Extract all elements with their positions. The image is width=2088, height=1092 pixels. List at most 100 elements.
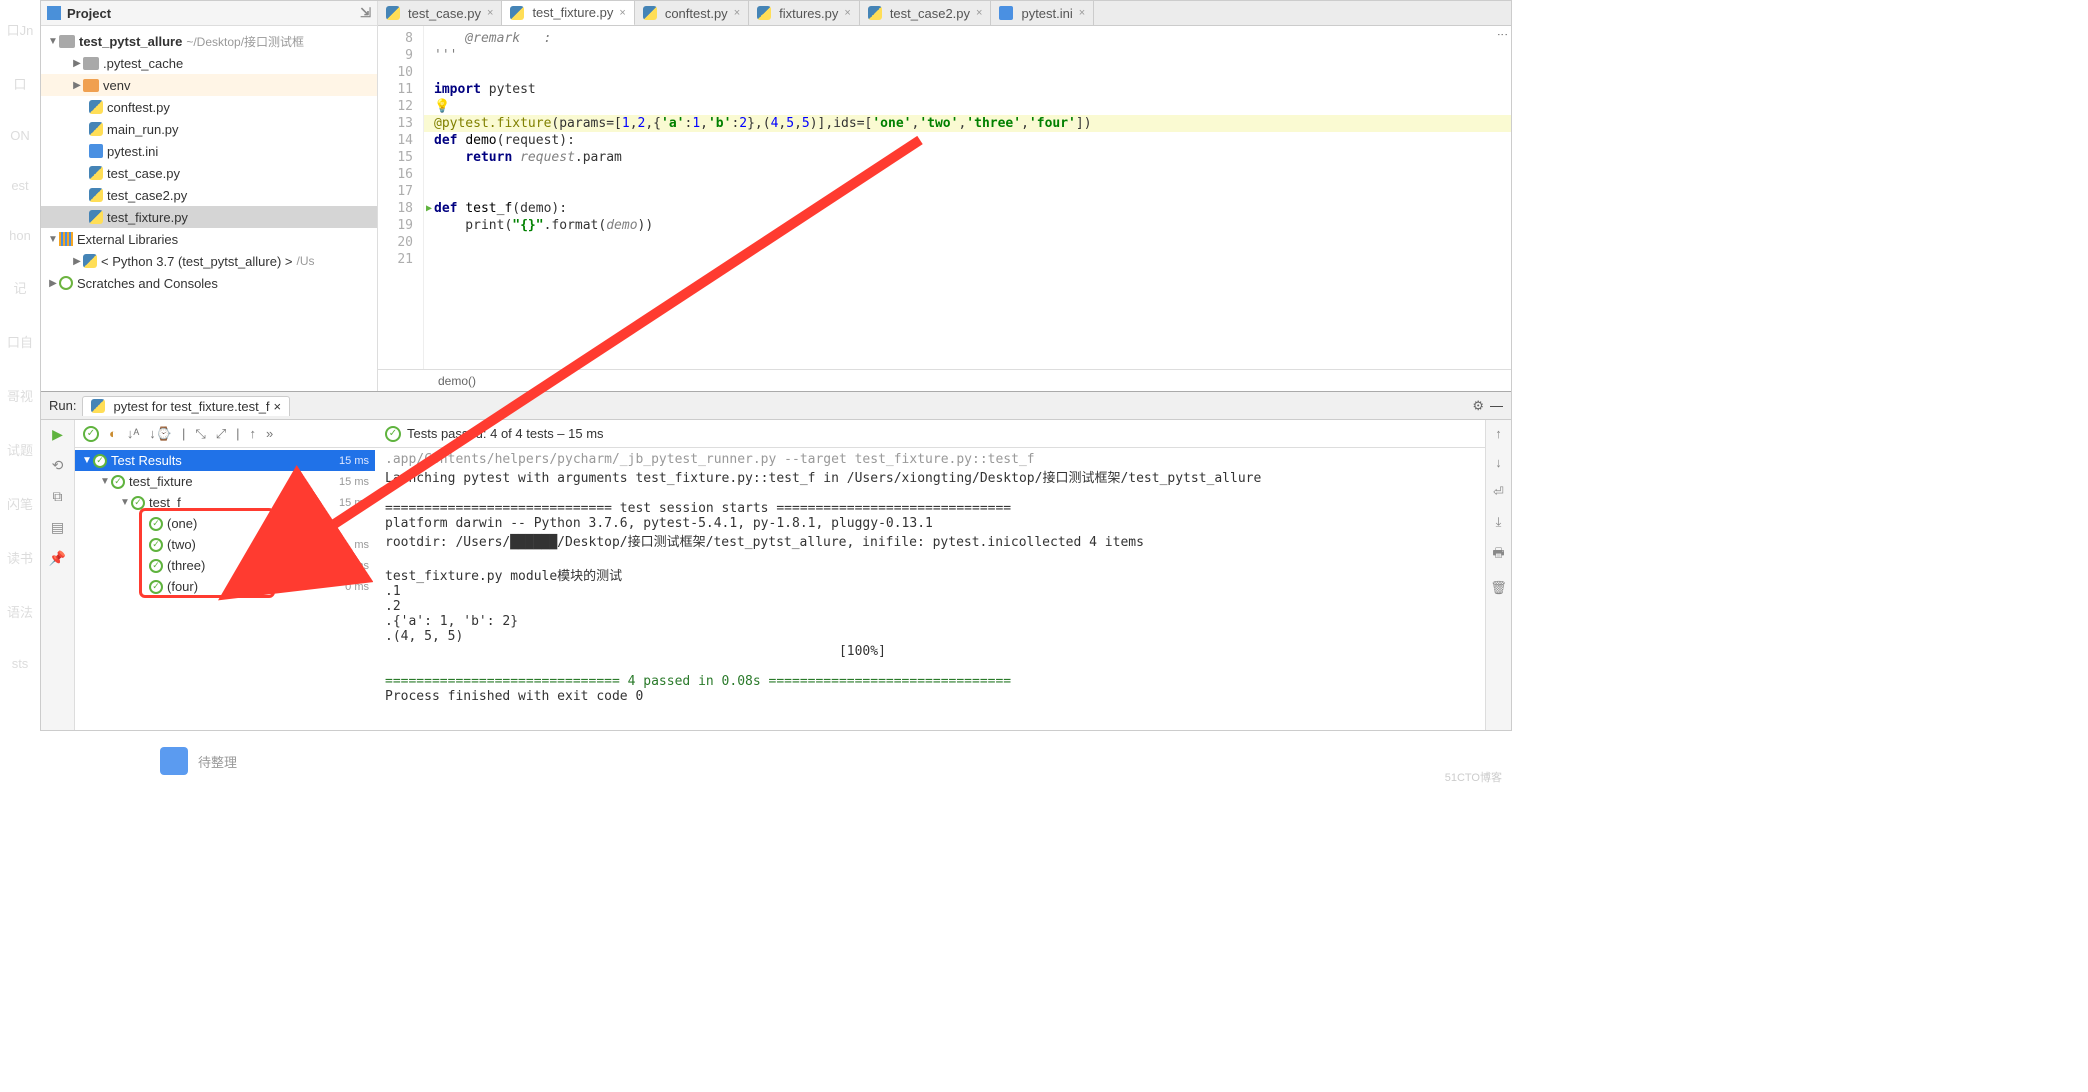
tab[interactable]: conftest.py× xyxy=(635,1,749,26)
chevron-down-icon[interactable]: ▼ xyxy=(119,497,131,508)
wrap-icon[interactable]: ⏎ xyxy=(1493,484,1504,500)
editor-body[interactable]: 89101112131415161718192021 ▶ @remark : '… xyxy=(378,26,1511,369)
tree-item[interactable]: test_case.py xyxy=(41,162,377,184)
bulb-icon[interactable]: 💡 xyxy=(434,99,450,114)
python-file-icon xyxy=(868,6,882,20)
tree-item[interactable]: conftest.py xyxy=(41,96,377,118)
editor-tabs[interactable]: test_case.py× test_fixture.py× conftest.… xyxy=(378,1,1511,26)
test-toolbar[interactable]: ✓ ◐ ↓ᴬ ↓⌚ | ⤡ ⤢ | ↑ » xyxy=(75,420,375,448)
scratches[interactable]: ▶Scratches and Consoles xyxy=(41,272,377,294)
sort-icon[interactable]: ↓ᴬ xyxy=(127,426,139,441)
python-file-icon xyxy=(89,166,103,180)
tree-item[interactable]: test_case2.py xyxy=(41,184,377,206)
pass-icon: ✓ xyxy=(111,475,125,489)
test-results-panel: ✓ ◐ ↓ᴬ ↓⌚ | ⤡ ⤢ | ↑ » ▼ ✓ Test Results xyxy=(75,420,375,730)
chevron-right-icon[interactable]: ▶ xyxy=(47,278,59,289)
close-icon[interactable]: × xyxy=(976,7,982,19)
folder-icon xyxy=(83,79,99,92)
tab[interactable]: fixtures.py× xyxy=(749,1,860,26)
test-func[interactable]: ▼ ✓ test_f 15 ms xyxy=(75,492,375,513)
console-output[interactable]: .app/Contents/helpers/pycharm/_jb_pytest… xyxy=(375,448,1485,730)
tab[interactable]: test_case.py× xyxy=(378,1,502,26)
pass-icon: ✓ xyxy=(131,496,145,510)
test-file[interactable]: ▼ ✓ test_fixture 15 ms xyxy=(75,471,375,492)
close-icon[interactable]: × xyxy=(844,7,850,19)
python-sdk[interactable]: ▶< Python 3.7 (test_pytst_allure) >/Us xyxy=(41,250,377,272)
structure-icon[interactable]: ⧉ xyxy=(53,488,63,505)
gear-icon[interactable]: ⚙ xyxy=(1472,398,1484,414)
run-tab[interactable]: pytest for test_fixture.test_f × xyxy=(82,396,290,416)
chevron-down-icon[interactable]: ▼ xyxy=(81,455,93,466)
tab-active[interactable]: test_fixture.py× xyxy=(502,1,634,26)
chevron-down-icon[interactable]: ▼ xyxy=(99,476,111,487)
tree-root[interactable]: ▼ test_pytst_allure ~/Desktop/接口测试框 xyxy=(41,30,377,52)
chevron-right-icon[interactable]: ▶ xyxy=(71,58,83,69)
external-sidebar: 口Jn口ON esthon记 口自哥视试题 闪笔读书语法 sts xyxy=(0,0,40,791)
layout-icon[interactable]: ▤ xyxy=(51,519,64,536)
chevron-right-icon[interactable]: ▶ xyxy=(71,256,83,267)
close-icon[interactable]: × xyxy=(274,399,282,414)
python-file-icon xyxy=(91,399,105,413)
print-icon[interactable]: 🖶 xyxy=(1492,544,1504,566)
tree-item[interactable]: ▶venv xyxy=(41,74,377,96)
down-icon[interactable]: ↓ xyxy=(1495,455,1502,470)
right-rail[interactable]: ⋮ xyxy=(1487,29,1509,40)
project-icon xyxy=(47,6,61,20)
project-tool-window[interactable]: Project ⇲ ▼ test_pytst_allure ~/Desktop/… xyxy=(41,1,378,391)
rerun-icon[interactable]: ▶ xyxy=(52,426,63,443)
pass-icon: ✓ xyxy=(385,426,401,442)
python-file-icon xyxy=(89,188,103,202)
console: ✓ Tests passed: 4 of 4 tests – 15 ms .ap… xyxy=(375,420,1511,730)
tab[interactable]: pytest.ini× xyxy=(991,1,1094,26)
collapse-icon[interactable]: ⤢ xyxy=(216,426,226,442)
pass-filter-icon[interactable]: ✓ xyxy=(83,426,99,442)
test-param[interactable]: ✓(three)12 ms xyxy=(75,555,375,576)
tree-item[interactable]: pytest.ini xyxy=(41,140,377,162)
tree-item-selected[interactable]: test_fixture.py xyxy=(41,206,377,228)
close-icon[interactable]: × xyxy=(1079,7,1085,19)
python-file-icon xyxy=(89,100,103,114)
python-icon xyxy=(83,254,97,268)
test-tree[interactable]: ▼ ✓ Test Results 15 ms ▼ ✓ test_fixture … xyxy=(75,448,375,730)
toggle-icon[interactable]: ⟲ xyxy=(52,457,64,474)
fail-filter-icon[interactable]: ◐ xyxy=(109,426,117,441)
ide-window: Project ⇲ ▼ test_pytst_allure ~/Desktop/… xyxy=(40,0,1512,731)
pin-icon[interactable]: 📌 xyxy=(49,550,66,567)
trash-icon[interactable]: 🗑 xyxy=(1490,580,1507,596)
expand-icon[interactable]: ⤡ xyxy=(195,426,205,442)
more-icon[interactable]: » xyxy=(266,426,273,441)
tree-item[interactable]: main_run.py xyxy=(41,118,377,140)
python-file-icon xyxy=(757,6,771,20)
test-param[interactable]: ✓(four)0 ms xyxy=(75,576,375,597)
line-gutter: 89101112131415161718192021 ▶ xyxy=(378,26,424,369)
test-param[interactable]: ✓(two)ms xyxy=(75,534,375,555)
scroll-icon[interactable]: ⤓ xyxy=(1496,514,1502,530)
app-icon xyxy=(160,747,188,775)
editor: test_case.py× test_fixture.py× conftest.… xyxy=(378,1,1511,391)
console-actions: ↑ ↓ ⏎ ⤓ 🖶 🗑 xyxy=(1485,420,1511,730)
chevron-down-icon[interactable]: ▼ xyxy=(47,36,59,47)
up-icon[interactable]: ↑ xyxy=(1495,426,1502,441)
collapse-icon[interactable]: ⇲ xyxy=(360,5,371,21)
close-icon[interactable]: × xyxy=(487,7,493,19)
close-icon[interactable]: × xyxy=(619,7,625,19)
code-area[interactable]: @remark : ''' import pytest 💡 @pytest.fi… xyxy=(424,26,1511,369)
tab[interactable]: test_case2.py× xyxy=(860,1,992,26)
project-header[interactable]: Project ⇲ xyxy=(41,1,377,26)
tests-status: ✓ Tests passed: 4 of 4 tests – 15 ms xyxy=(375,420,1485,448)
sort-icon[interactable]: ↓⌚ xyxy=(149,426,172,442)
tree-item[interactable]: ▶.pytest_cache xyxy=(41,52,377,74)
up-icon[interactable]: ↑ xyxy=(250,426,257,441)
test-param[interactable]: ✓(one) xyxy=(75,513,375,534)
pass-icon: ✓ xyxy=(149,517,163,531)
minimize-icon[interactable]: — xyxy=(1490,398,1503,413)
close-icon[interactable]: × xyxy=(734,7,740,19)
project-tree[interactable]: ▼ test_pytst_allure ~/Desktop/接口测试框 ▶.py… xyxy=(41,26,377,391)
python-file-icon xyxy=(89,122,103,136)
breadcrumb[interactable]: demo() xyxy=(378,369,1511,391)
chevron-down-icon[interactable]: ▼ xyxy=(47,234,59,245)
chevron-right-icon[interactable]: ▶ xyxy=(71,80,83,91)
root-path: ~/Desktop/接口测试框 xyxy=(186,33,304,50)
test-root[interactable]: ▼ ✓ Test Results 15 ms xyxy=(75,450,375,471)
external-libraries[interactable]: ▼External Libraries xyxy=(41,228,377,250)
